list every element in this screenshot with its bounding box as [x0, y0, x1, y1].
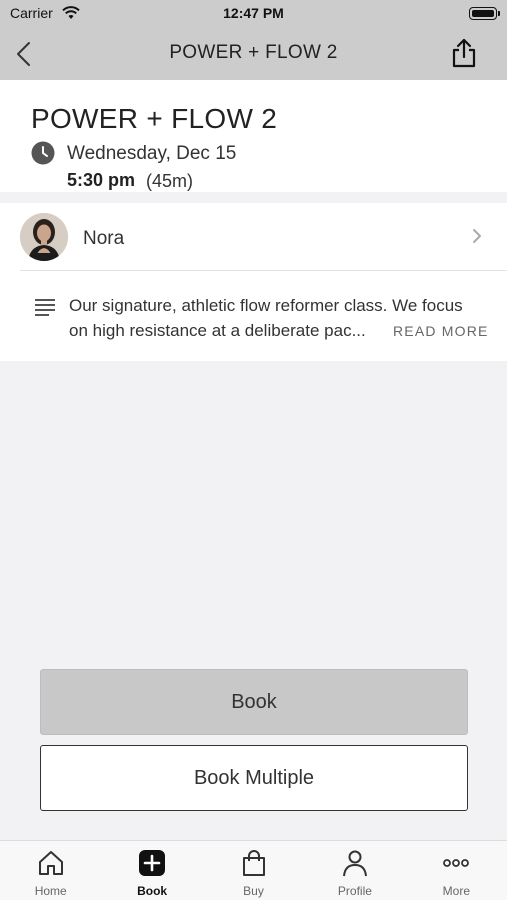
divider	[20, 270, 507, 271]
clock-icon	[31, 141, 55, 165]
ellipsis-icon	[443, 859, 470, 867]
tab-label: Book	[137, 884, 168, 898]
battery-icon	[469, 7, 500, 20]
class-start-time: 5:30 pm	[67, 170, 136, 190]
tab-more[interactable]: More	[406, 841, 507, 900]
instructor-avatar	[20, 213, 68, 261]
person-icon	[342, 850, 367, 877]
tab-buy[interactable]: Buy	[203, 841, 304, 900]
book-button[interactable]: Book	[40, 669, 468, 735]
tab-label: Buy	[243, 884, 264, 898]
class-details-card: Nora Our signature, athletic flow reform…	[0, 203, 507, 361]
home-icon	[38, 851, 63, 875]
nav-title: POWER + FLOW 2	[169, 42, 338, 63]
chevron-right-icon	[473, 229, 481, 243]
tab-book[interactable]: Book	[101, 841, 202, 900]
status-time: 12:47 PM	[223, 5, 284, 21]
class-header: POWER + FLOW 2 Wednesday, Dec 15 5:30 pm…	[0, 80, 507, 192]
tab-label: More	[442, 884, 470, 898]
read-more-link[interactable]: READ MORE	[393, 323, 489, 339]
book-multiple-button[interactable]: Book Multiple	[40, 745, 468, 811]
tab-label: Home	[34, 884, 67, 898]
shopping-bag-icon	[242, 850, 265, 876]
description-text-line-2: on high resistance at a deliberate pac..…	[69, 321, 366, 340]
description-lines-icon	[35, 299, 55, 316]
instructor-name: Nora	[83, 228, 125, 249]
tab-bar: Home Book Buy Profile More	[0, 840, 507, 900]
share-icon[interactable]	[449, 37, 479, 69]
status-bar: Carrier 12:47 PM	[0, 0, 507, 28]
description-text-line-1: Our signature, athletic flow reformer cl…	[69, 296, 463, 315]
nav-bar: POWER + FLOW 2	[0, 28, 507, 80]
tab-profile[interactable]: Profile	[304, 841, 405, 900]
plus-square-icon	[139, 850, 166, 876]
tab-home[interactable]: Home	[0, 841, 101, 900]
instructor-row[interactable]: Nora	[0, 203, 507, 271]
class-title: POWER + FLOW 2	[31, 103, 278, 134]
class-duration: (45m)	[146, 171, 194, 191]
tab-label: Profile	[337, 884, 372, 898]
class-date: Wednesday, Dec 15	[67, 143, 237, 164]
